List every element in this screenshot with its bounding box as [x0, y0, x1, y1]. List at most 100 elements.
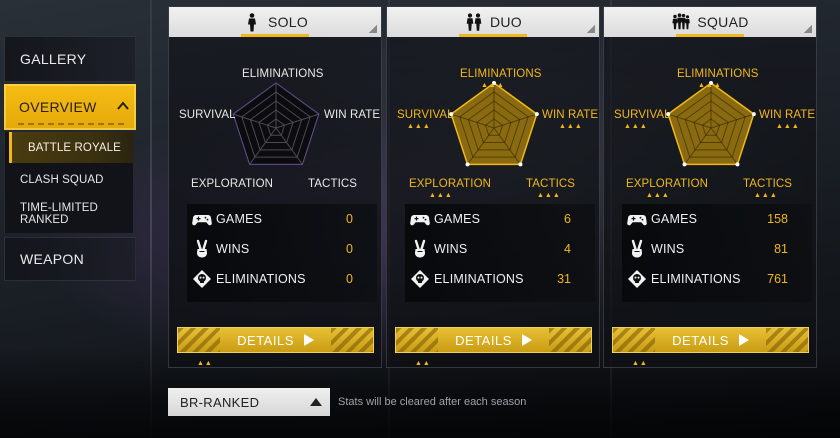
stat-label-eliminations: ELIMINATIONS [216, 272, 306, 286]
overview-submenu: BATTLE ROYALE CLASH SQUAD TIME-LIMITED R… [4, 132, 133, 233]
radar-vertex [518, 162, 523, 167]
button-stripe [766, 328, 808, 352]
radar-label-survival: SURVIVAL [614, 109, 671, 121]
triangle-up-icon [310, 398, 322, 406]
stat-label-games: GAMES [434, 212, 481, 226]
stat-value-games: 0 [346, 212, 353, 226]
skull-badge-icon [193, 270, 211, 288]
button-stripe [549, 328, 591, 352]
squad-panel: SQUAD ELIMINATIONS ▲▲▲ SURVIVAL ▲▲▲ WIN RATE ▲… [603, 6, 817, 368]
radar-label-eliminations: ELIMINATIONS [242, 68, 324, 80]
radar-label-eliminations: ELIMINATIONS [460, 68, 542, 80]
stat-value-wins: 4 [564, 242, 571, 256]
stat-row-eliminations: ELIMINATIONS 0 [187, 264, 377, 294]
button-stripe [396, 328, 438, 352]
stat-row-eliminations: ELIMINATIONS 761 [622, 264, 812, 294]
details-button-label: DETAILS [455, 332, 512, 348]
stat-row-wins: WINS 4 [405, 234, 595, 264]
radar-vertex [465, 162, 470, 167]
sidebar-overview-button[interactable]: OVERVIEW [4, 84, 136, 130]
submenu-item-clash-squad[interactable]: CLASH SQUAD [5, 163, 133, 197]
radar-chart [232, 82, 320, 165]
play-arrow-icon [738, 334, 749, 346]
radar-label-win-rate: WIN RATE [542, 109, 599, 121]
radar-rank-dots: ▲▲▲ [698, 82, 722, 89]
stat-row-eliminations: ELIMINATIONS 31 [405, 264, 595, 294]
stat-value-eliminations: 31 [557, 272, 571, 286]
stat-label-eliminations: ELIMINATIONS [651, 272, 741, 286]
stats-box: GAMES 6 WINS 4 ELIMINATIONS 31 [405, 204, 595, 302]
sidebar-gallery-label: GALLERY [20, 51, 87, 67]
radar-vertex [751, 112, 756, 117]
radar-label-exploration: EXPLORATION [191, 178, 274, 190]
radar-rank-dots: ▲▲▲ [537, 192, 561, 199]
radar-label-survival: SURVIVAL [179, 109, 236, 121]
stat-label-games: GAMES [651, 212, 698, 226]
stats-box: GAMES 158 WINS 81 ELIMINATIONS 761 [622, 204, 812, 302]
radar-rank-dots: ▲▲▲ [646, 192, 670, 199]
details-button[interactable]: DETAILS [612, 327, 809, 353]
stat-label-wins: WINS [434, 242, 468, 256]
radar-vertex [735, 162, 740, 167]
button-stripe [178, 328, 220, 352]
radar-area-container: ELIMINATIONS ▲▲▲ SURVIVAL ▲▲▲ WIN RATE ▲▲▲ EXP… [387, 39, 601, 199]
radar-rank-dots: ▲▲▲ [624, 123, 648, 130]
stat-value-games: 158 [767, 212, 788, 226]
submenu-item-label: CLASH SQUAD [20, 174, 104, 186]
panel-footer-dots: ▲▲ [197, 360, 213, 367]
radar-label-tactics: TACTICS [526, 178, 576, 190]
stat-row-games: GAMES 0 [187, 204, 377, 234]
radar-area-container: ELIMINATIONS ▲▲▲ SURVIVAL ▲▲▲ WIN RATE ▲▲▲ EXP… [604, 39, 818, 199]
stat-label-eliminations: ELIMINATIONS [434, 272, 524, 286]
radar-label-win-rate: WIN RATE [759, 109, 816, 121]
play-arrow-icon [521, 334, 532, 346]
details-button-label: DETAILS [672, 332, 729, 348]
stat-value-wins: 0 [346, 242, 353, 256]
radar-rank-dots: ▲▲▲ [776, 123, 800, 130]
victory-hand-icon [631, 239, 643, 258]
submenu-item-label: BATTLE ROYALE [28, 141, 121, 154]
radar-label-win-rate: WIN RATE [324, 109, 381, 121]
stat-label-wins: WINS [216, 242, 250, 256]
radar-vertex [682, 162, 687, 167]
gamepad-icon [410, 215, 430, 226]
stat-row-games: GAMES 6 [405, 204, 595, 234]
skull-badge-icon [628, 270, 646, 288]
stats-box: GAMES 0 WINS 0 ELIMINATIONS 0 [187, 204, 377, 302]
mode-select-dropdown[interactable]: BR-RANKED [168, 388, 330, 416]
radar-vertex [534, 112, 539, 117]
victory-hand-icon [196, 239, 208, 258]
play-arrow-icon [303, 334, 314, 346]
details-button[interactable]: DETAILS [177, 327, 374, 353]
radar-rank-dots: ▲▲▲ [559, 123, 583, 130]
button-stripe [331, 328, 373, 352]
sidebar-weapon-label: WEAPON [20, 251, 85, 267]
submenu-item-label: TIME-LIMITED RANKED [20, 202, 98, 226]
chevron-up-icon [117, 101, 129, 110]
submenu-item-time-limited-ranked[interactable]: TIME-LIMITED RANKED [5, 197, 133, 231]
submenu-item-battle-royale[interactable]: BATTLE ROYALE [9, 132, 133, 163]
radar-rank-dots: ▲▲▲ [429, 192, 453, 199]
season-reset-hint: Stats will be cleared after each season [338, 396, 527, 408]
radar-area-container: ELIMINATIONS SURVIVAL WIN RATE EXPLORATION T… [169, 39, 383, 199]
sidebar-overview-label: OVERVIEW [19, 99, 97, 115]
details-button[interactable]: DETAILS [395, 327, 592, 353]
stat-value-eliminations: 0 [346, 272, 353, 286]
sidebar: GALLERY OVERVIEW BATTLE ROYALE CLASH SQU… [4, 36, 136, 283]
duo-panel: DUO ELIMINATIONS ▲▲▲ SURVIVAL ▲▲▲ WIN RATE ▲▲▲… [386, 6, 600, 368]
stat-value-games: 6 [564, 212, 571, 226]
mode-select-value: BR-RANKED [180, 394, 260, 410]
panel-footer-dots: ▲▲ [415, 360, 431, 367]
stat-value-wins: 81 [774, 242, 788, 256]
skull-badge-icon [411, 270, 429, 288]
sidebar-gallery-button[interactable]: GALLERY [4, 36, 136, 82]
stat-label-games: GAMES [216, 212, 263, 226]
radar-label-exploration: EXPLORATION [626, 178, 709, 190]
sidebar-weapon-button[interactable]: WEAPON [4, 237, 136, 281]
radar-label-tactics: TACTICS [308, 178, 358, 190]
gamepad-icon [192, 215, 212, 226]
radar-label-eliminations: ELIMINATIONS [677, 68, 759, 80]
button-stripe [613, 328, 655, 352]
radar-label-survival: SURVIVAL [397, 109, 454, 121]
stat-label-wins: WINS [651, 242, 685, 256]
